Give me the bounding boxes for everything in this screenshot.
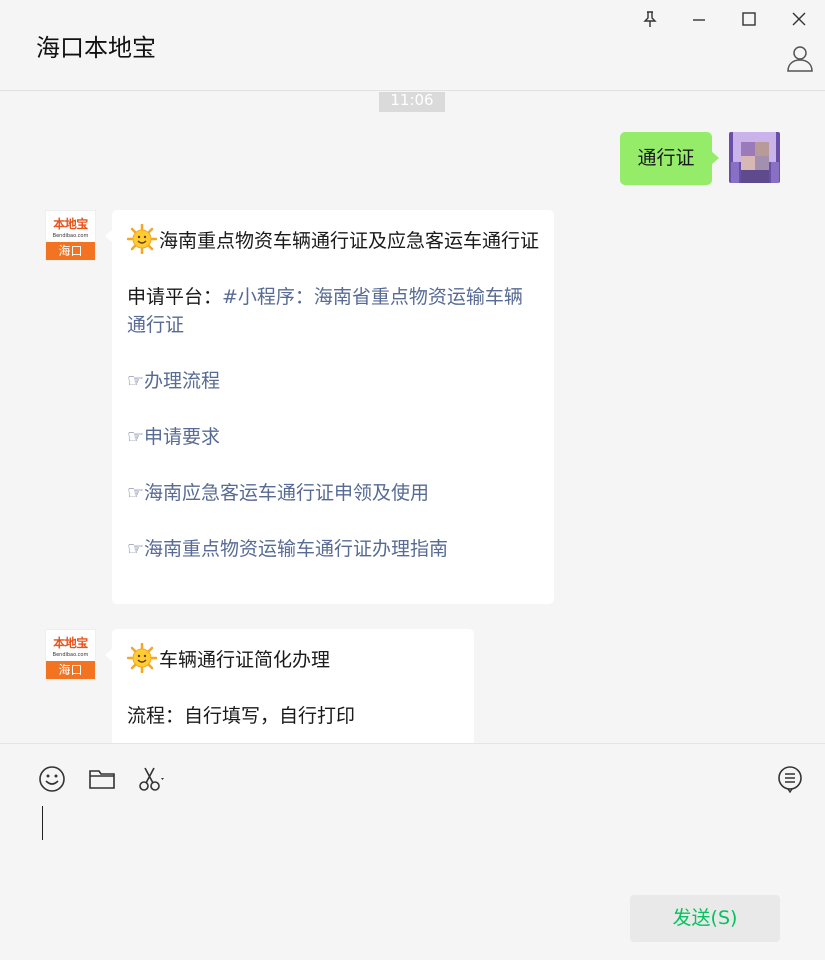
minimize-icon[interactable] <box>688 8 710 30</box>
logo-site: Bendibao.com <box>52 652 89 658</box>
close-icon[interactable] <box>788 8 810 30</box>
message-title: 海南重点物资车辆通行证及应急客运车通行证 <box>159 230 540 252</box>
link-requirements[interactable]: ☞申请要求 <box>127 423 539 451</box>
sent-message-bubble[interactable]: 通行证 <box>620 132 719 185</box>
link-process[interactable]: ☞办理流程 <box>127 367 539 395</box>
text-cursor <box>42 806 43 840</box>
sun-emoji-icon <box>127 224 157 254</box>
logo-brand: 本地宝 <box>53 217 88 231</box>
chat-title: 海口本地宝 <box>36 34 156 62</box>
chat-history-icon[interactable] <box>776 764 806 794</box>
profile-icon[interactable] <box>785 43 815 73</box>
logo-city: 海口 <box>46 242 95 260</box>
received-message-bubble[interactable]: 海南重点物资车辆通行证及应急客运车通行证 申请平台：#小程序：海南省重点物资运输… <box>105 210 554 604</box>
folder-icon[interactable] <box>87 764 117 794</box>
message-list[interactable]: 11:06 通行证 本地宝 Bendibao.com 海口 海南重点物资车辆通行… <box>0 92 825 743</box>
platform-label: 申请平台： <box>127 286 223 308</box>
logo-brand: 本地宝 <box>53 636 88 650</box>
bendibao-logo-avatar[interactable]: 本地宝 Bendibao.com 海口 <box>45 210 96 261</box>
logo-site: Bendibao.com <box>52 233 89 239</box>
composer-area: 发送(S) <box>0 743 825 960</box>
user-avatar[interactable] <box>729 132 780 183</box>
process-text: 流程：自行填写，自行打印 <box>127 705 356 727</box>
bendibao-logo-avatar[interactable]: 本地宝 Bendibao.com 海口 <box>45 629 96 680</box>
link-material-pass-guide[interactable]: ☞海南重点物资运输车通行证办理指南 <box>127 535 539 563</box>
scissors-icon[interactable] <box>137 764 167 794</box>
pin-icon[interactable] <box>639 8 661 30</box>
maximize-icon[interactable] <box>738 8 760 30</box>
emoji-icon[interactable] <box>37 764 67 794</box>
message-title: 车辆通行证简化办理 <box>159 649 331 671</box>
sun-emoji-icon <box>127 643 157 673</box>
received-message-bubble[interactable]: 车辆通行证简化办理 流程：自行填写，自行打印 <box>105 629 474 743</box>
timestamp: 11:06 <box>379 92 445 112</box>
logo-city: 海口 <box>46 661 95 679</box>
send-button[interactable]: 发送(S) <box>630 895 780 942</box>
link-emergency-pass[interactable]: ☞海南应急客运车通行证申领及使用 <box>127 479 539 507</box>
chat-header: 海口本地宝 <box>0 0 825 91</box>
